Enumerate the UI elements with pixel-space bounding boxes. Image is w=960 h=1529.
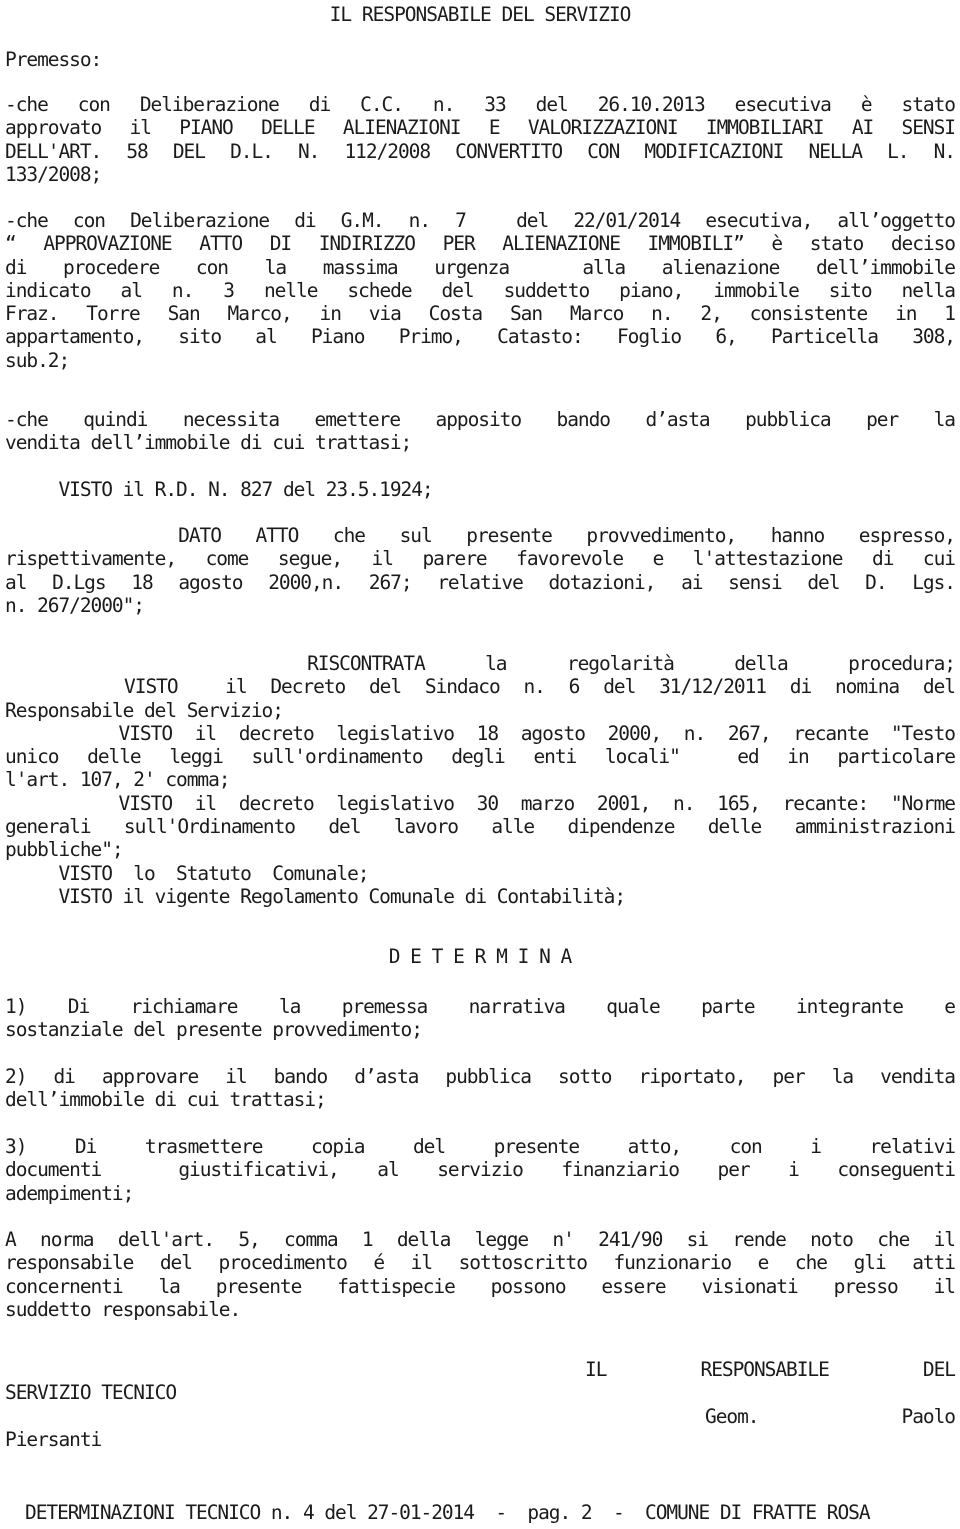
text-line: RISCONTRATA la regolarità della procedur… bbox=[5, 652, 956, 675]
determina-item-3: 3) Di trasmettere copia del presente att… bbox=[5, 1135, 956, 1205]
paragraph-dato-atto: DATO ATTO che sul presente provvedimento… bbox=[5, 524, 956, 617]
paragraph-premessa-gm: -che con Deliberazione di G.M. n. 7 del … bbox=[5, 209, 956, 372]
signature-name-line-2: Piersanti bbox=[5, 1427, 102, 1451]
text-line: vendita dell’immobile di cui trattasi; bbox=[5, 431, 412, 455]
text-line: l'art. 107, 2' comma; bbox=[5, 768, 231, 792]
paragraph-necessita-bando: -che quindi necessita emettere apposito … bbox=[5, 408, 956, 455]
text-line: 1) Di richiamare la premessa narrativa q… bbox=[5, 995, 956, 1018]
paragraph-visto-rd: VISTO il R.D. N. 827 del 23.5.1924; bbox=[5, 478, 955, 501]
text-line: documenti giustificativi, al servizio fi… bbox=[5, 1158, 956, 1182]
text-line: indicato al n. 3 nelle schede del suddet… bbox=[5, 278, 956, 302]
text-line: responsabile del procedimento é il sotto… bbox=[5, 1251, 956, 1275]
determina-heading: D E T E R M I N A bbox=[388, 945, 573, 968]
signature-role-line-2: SERVIZIO TECNICO bbox=[5, 1381, 177, 1405]
text-line: VISTO il decreto legislativo 30 marzo 20… bbox=[5, 791, 957, 815]
paragraph-premessa-cc: -che con Deliberazione di C.C. n. 33 del… bbox=[5, 93, 956, 186]
paragraph-visti: RISCONTRATA la regolarità della procedur… bbox=[5, 652, 957, 908]
text-line: sub.2; bbox=[5, 348, 70, 372]
signature-block: IL RESPONSABILE DEL SERVIZIO TECNICO Geo… bbox=[5, 1358, 956, 1451]
text-line: approvato il PIANO DELLE ALIENAZIONI E V… bbox=[5, 116, 956, 140]
text-line: “ APPROVAZIONE ATTO DI INDIRIZZO PER ALI… bbox=[5, 232, 956, 256]
text-line: unico delle leggi sull'ordinamento degli… bbox=[5, 745, 956, 769]
text-line: -che con Deliberazione di G.M. n. 7 del … bbox=[5, 209, 956, 232]
determina-item-1: 1) Di richiamare la premessa narrativa q… bbox=[5, 995, 956, 1042]
text-line: 3) Di trasmettere copia del presente att… bbox=[5, 1135, 956, 1158]
text-line: al D.Lgs 18 agosto 2000,n. 267; relative… bbox=[5, 570, 956, 594]
page-title: IL RESPONSABILE DEL SERVIZIO bbox=[329, 3, 632, 26]
signature-role-line: IL RESPONSABILE DEL bbox=[585, 1358, 956, 1381]
text-line: VISTO il vigente Regolamento Comunale di… bbox=[5, 884, 626, 908]
text-line: VISTO il R.D. N. 827 del 23.5.1924; bbox=[5, 478, 433, 501]
text-line: VISTO il Decreto del Sindaco n. 6 del 31… bbox=[5, 675, 956, 699]
determina-item-2: 2) di approvare il bando d’asta pubblica… bbox=[5, 1065, 956, 1112]
text-line: suddetto responsabile. bbox=[5, 1297, 241, 1321]
text-line: DATO ATTO che sul presente provvedimento… bbox=[5, 524, 956, 547]
text-line: VISTO il decreto legislativo 18 agosto 2… bbox=[5, 721, 957, 745]
text-line: rispettivamente, come segue, il parere f… bbox=[5, 547, 956, 571]
text-line: dell’immobile di cui trattasi; bbox=[5, 1088, 327, 1112]
signature-name-line: Geom. Paolo bbox=[705, 1404, 956, 1428]
text-line: Responsabile del Servizio; bbox=[5, 698, 284, 722]
page-footer: DETERMINAZIONI TECNICO n. 4 del 27-01-20… bbox=[25, 1501, 871, 1524]
text-line: -che quindi necessita emettere apposito … bbox=[5, 408, 956, 431]
text-line: n. 267/2000"; bbox=[5, 593, 145, 617]
text-line: VISTO lo Statuto Comunale; bbox=[5, 861, 369, 885]
heading-premesso: Premesso: bbox=[5, 48, 102, 71]
text-line: DELL'ART. 58 DEL D.L. N. 112/2008 CONVER… bbox=[5, 139, 956, 163]
text-line: -che con Deliberazione di C.C. n. 33 del… bbox=[5, 93, 956, 116]
text-line: A norma dell'art. 5, comma 1 della legge… bbox=[5, 1228, 956, 1251]
document-page: IL RESPONSABILE DEL SERVIZIO Premesso: -… bbox=[0, 0, 960, 1529]
text-line: generali sull'Ordinamento del lavoro all… bbox=[5, 815, 956, 839]
text-line: sostanziale del presente provvedimento; bbox=[5, 1018, 423, 1042]
text-line: 133/2008; bbox=[5, 162, 102, 186]
text-line: pubbliche"; bbox=[5, 838, 124, 862]
text-line: adempimenti; bbox=[5, 1181, 134, 1205]
text-line: concernenti la presente fattispecie poss… bbox=[5, 1274, 956, 1298]
text-line: Fraz. Torre San Marco, in via Costa San … bbox=[5, 302, 956, 326]
text-line: di procedere con la massima urgenza alla… bbox=[5, 255, 956, 279]
text-line: appartamento, sito al Piano Primo, Catas… bbox=[5, 325, 956, 349]
text-line: 2) di approvare il bando d’asta pubblica… bbox=[5, 1065, 956, 1088]
paragraph-responsabile-procedimento: A norma dell'art. 5, comma 1 della legge… bbox=[5, 1228, 956, 1321]
